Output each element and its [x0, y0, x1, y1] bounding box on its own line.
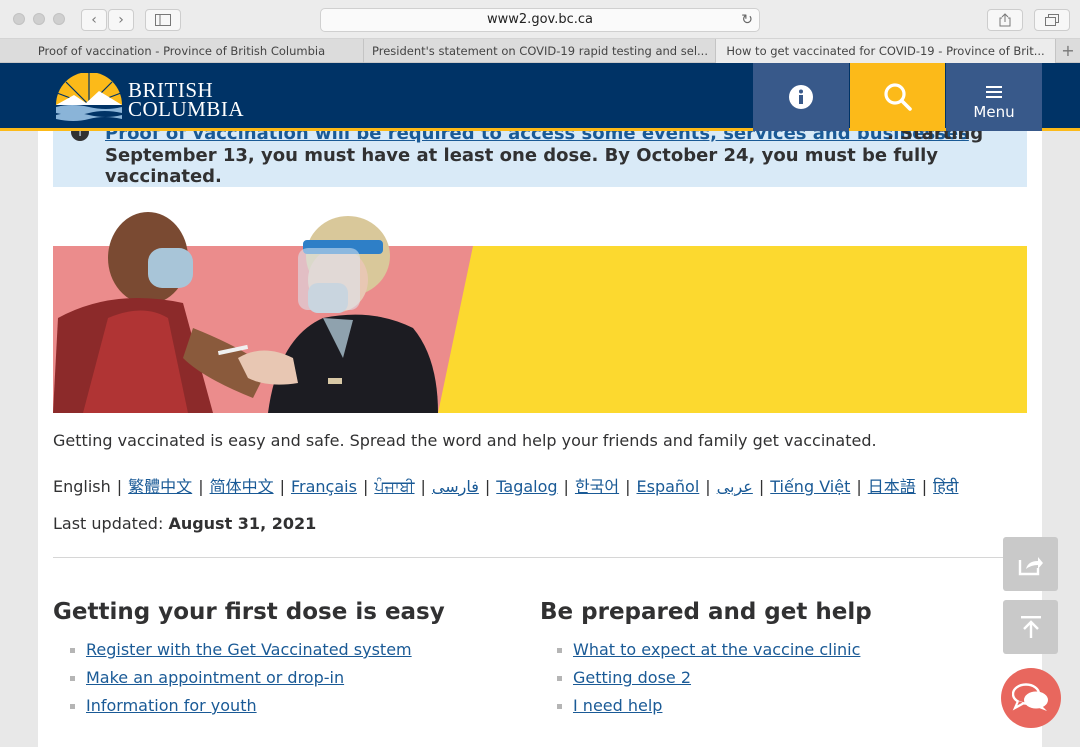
first-dose-heading: Getting your first dose is easy [53, 599, 445, 625]
divider [53, 557, 1027, 558]
sidebar-icon [155, 14, 171, 26]
forward-button[interactable]: › [108, 9, 134, 31]
be-prepared-section: Be prepared and get help What to expect … [540, 599, 872, 723]
tab-presidents-statement[interactable]: President's statement on COVID-19 rapid … [364, 39, 716, 63]
alert-text: September 13, you must have at least one… [105, 145, 939, 187]
back-to-top-button[interactable] [1003, 600, 1058, 654]
tab-proof-of-vaccination[interactable]: Proof of vaccination - Province of Briti… [0, 39, 364, 63]
url-text: www2.gov.bc.ca [487, 12, 593, 27]
search-icon [884, 83, 912, 111]
site-header: BRITISH COLUMBIA Menu [0, 63, 1080, 131]
list-item: Getting dose 2 [540, 667, 872, 695]
tab-overview-button[interactable] [1034, 9, 1070, 31]
reload-icon[interactable]: ↻ [741, 9, 753, 31]
lang-link-spanish[interactable]: Español [637, 477, 700, 496]
chat-button[interactable] [1001, 668, 1061, 728]
what-to-expect-link[interactable]: What to expect at the vaccine clinic [573, 640, 860, 659]
chevron-right-icon: › [118, 12, 124, 28]
list-item: I need help [540, 695, 872, 723]
appointment-link[interactable]: Make an appointment or drop-in [86, 668, 344, 687]
info-button[interactable] [753, 63, 849, 131]
bc-logo[interactable]: BRITISH COLUMBIA [54, 73, 244, 123]
bc-sun-logo-icon [56, 73, 122, 121]
tabs-icon [1045, 14, 1059, 26]
intro-text: Getting vaccinated is easy and safe. Spr… [53, 431, 877, 450]
lang-link-korean[interactable]: 한국어 [575, 477, 619, 496]
menu-label: Menu [973, 103, 1015, 121]
tab-bar: Proof of vaccination - Province of Briti… [0, 39, 1080, 63]
lang-link-simplified-chinese[interactable]: 简体中文 [210, 477, 274, 496]
logo-text-columbia: COLUMBIA [128, 97, 245, 121]
lang-link-japanese[interactable]: 日本語 [868, 477, 916, 496]
share-page-button[interactable] [1003, 537, 1058, 591]
page-content: i Proof of vaccination will be required … [38, 63, 1042, 747]
vaccination-photo [53, 208, 1027, 413]
lang-link-traditional-chinese[interactable]: 繁體中文 [128, 477, 192, 496]
hero-image [53, 208, 1027, 413]
menu-button[interactable]: Menu [946, 63, 1042, 131]
youth-info-link[interactable]: Information for youth [86, 696, 257, 715]
tab-how-to-get-vaccinated[interactable]: How to get vaccinated for COVID-19 - Pro… [716, 39, 1056, 63]
need-help-link[interactable]: I need help [573, 696, 662, 715]
hamburger-icon [986, 86, 1002, 98]
share-arrow-icon [1018, 557, 1043, 576]
close-window-button[interactable] [13, 13, 25, 25]
lang-link-vietnamese[interactable]: Tiếng Việt [770, 477, 850, 496]
lang-link-arabic[interactable]: عربى [717, 477, 753, 496]
register-link[interactable]: Register with the Get Vaccinated system [86, 640, 412, 659]
list-item: Make an appointment or drop-in [53, 667, 445, 695]
search-button[interactable] [850, 63, 945, 131]
zoom-window-button[interactable] [53, 13, 65, 25]
lang-link-hindi[interactable]: हिंदी [933, 477, 958, 496]
lang-link-punjabi[interactable]: ਪੰਜਾਬੀ [374, 477, 414, 496]
chat-bubbles-icon [1012, 683, 1048, 711]
minimize-window-button[interactable] [33, 13, 45, 25]
first-dose-section: Getting your first dose is easy Register… [53, 599, 445, 723]
language-links: English | 繁體中文 | 简体中文 | Français | ਪੰਜਾਬੀ | فارسی |… [53, 477, 959, 496]
sidebar-toggle-button[interactable] [145, 9, 181, 31]
browser-toolbar: ‹ › www2.gov.bc.ca ↻ [0, 0, 1080, 39]
language-current: English [53, 477, 111, 496]
last-updated-date: August 31, 2021 [168, 514, 317, 533]
list-item: Information for youth [53, 695, 445, 723]
lang-link-tagalog[interactable]: Tagalog [496, 477, 557, 496]
info-icon [789, 85, 813, 109]
last-updated: Last updated: August 31, 2021 [53, 514, 316, 533]
chevron-left-icon: ‹ [91, 12, 97, 28]
share-icon [999, 13, 1011, 27]
new-tab-button[interactable]: + [1056, 39, 1080, 63]
lang-link-french[interactable]: Français [291, 477, 357, 496]
be-prepared-heading: Be prepared and get help [540, 599, 872, 625]
list-item: What to expect at the vaccine clinic [540, 639, 872, 667]
share-button[interactable] [987, 9, 1023, 31]
address-bar[interactable]: www2.gov.bc.ca ↻ [320, 8, 760, 32]
back-button[interactable]: ‹ [81, 9, 107, 31]
arrow-up-icon [1021, 616, 1041, 638]
dose-2-link[interactable]: Getting dose 2 [573, 668, 691, 687]
lang-link-farsi[interactable]: فارسی [432, 477, 479, 496]
alert-banner: i Proof of vaccination will be required … [53, 123, 1027, 187]
last-updated-label: Last updated: [53, 514, 164, 533]
list-item: Register with the Get Vaccinated system [53, 639, 445, 667]
